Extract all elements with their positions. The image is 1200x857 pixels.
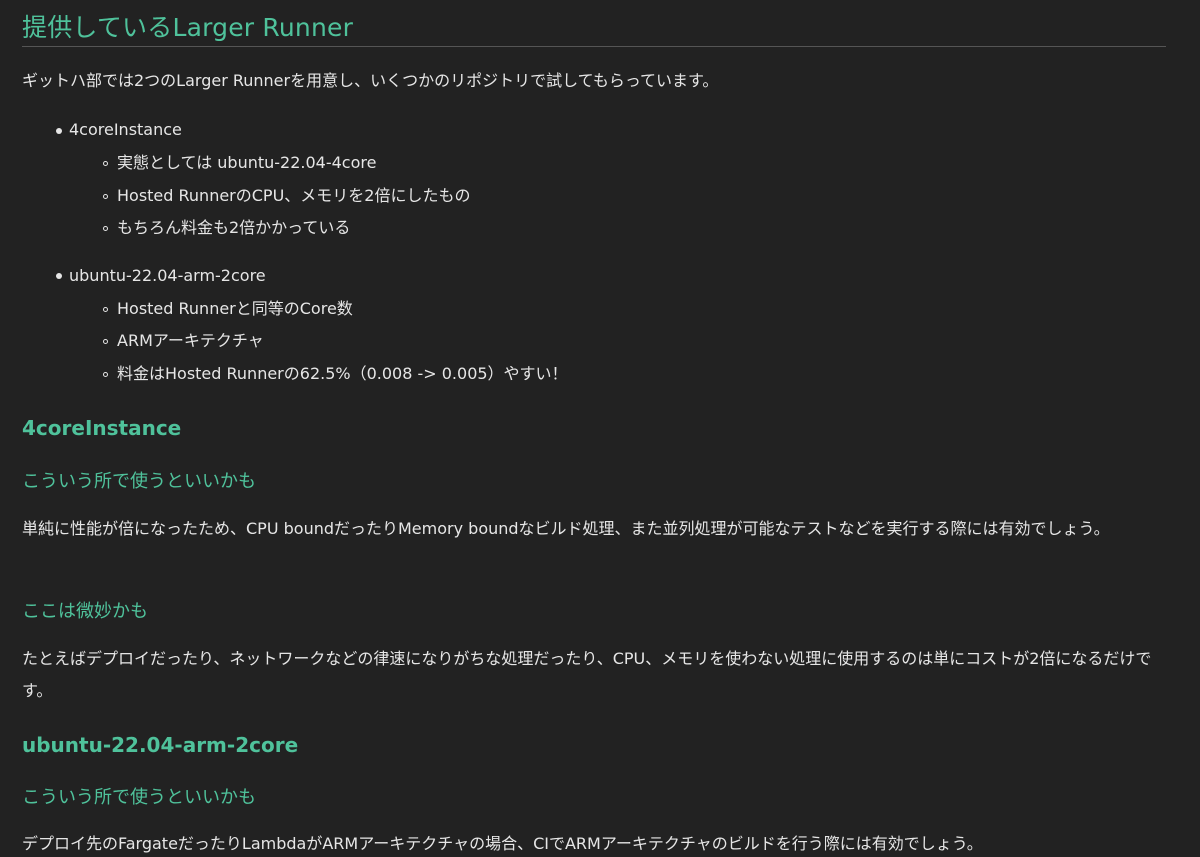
bullet-dot-icon [56,128,62,134]
sub-list-item: 料金はHosted Runnerの62.5%（0.008 -> 0.005）やす… [117,364,568,383]
subsection-heading-not-ideal: ここは微妙かも [22,601,148,622]
sub-list-item: Hosted RunnerのCPU、メモリを2倍にしたもの [117,186,471,205]
sub-bullet-circle-icon [103,194,108,199]
sub-bullet-circle-icon [103,372,108,377]
sub-bullet-circle-icon [103,339,108,344]
sub-bullet-circle-icon [103,307,108,312]
section-heading-arm-2core: ubuntu-22.04-arm-2core [22,733,299,757]
sub-list-item: ARMアーキテクチャ [117,331,264,350]
subsection-heading-good-use: こういう所で使うといいかも [22,471,256,492]
sub-bullet-circle-icon [103,161,108,166]
sub-list-item: 実態としては ubuntu-22.04-4core [117,153,377,172]
bullet-dot-icon [56,273,62,279]
sub-list-item: Hosted Runnerと同等のCore数 [117,299,353,318]
good-use-paragraph: デプロイ先のFargateだったりLambdaがARMアーキテクチャの場合、CI… [22,834,983,853]
good-use-paragraph: 単純に性能が倍になったため、CPU boundだったりMemory boundな… [22,519,1110,538]
sub-list-item: もちろん料金も2倍かかっている [117,218,351,237]
subsection-heading-good-use: こういう所で使うといいかも [22,787,256,808]
list-item-4coreinstance: 4coreInstance [69,120,182,139]
list-item-arm-2core: ubuntu-22.04-arm-2core [69,266,266,285]
intro-paragraph: ギットハ部では2つのLarger Runnerを用意し、いくつかのリポジトリで試… [22,71,719,90]
page-title: 提供しているLarger Runner [22,13,354,42]
not-ideal-paragraph: たとえばデプロイだったり、ネットワークなどの律速になりがちな処理だったり、CPU… [22,649,1152,700]
title-divider [22,46,1166,47]
sub-bullet-circle-icon [103,226,108,231]
section-heading-4coreinstance: 4coreInstance [22,416,182,440]
